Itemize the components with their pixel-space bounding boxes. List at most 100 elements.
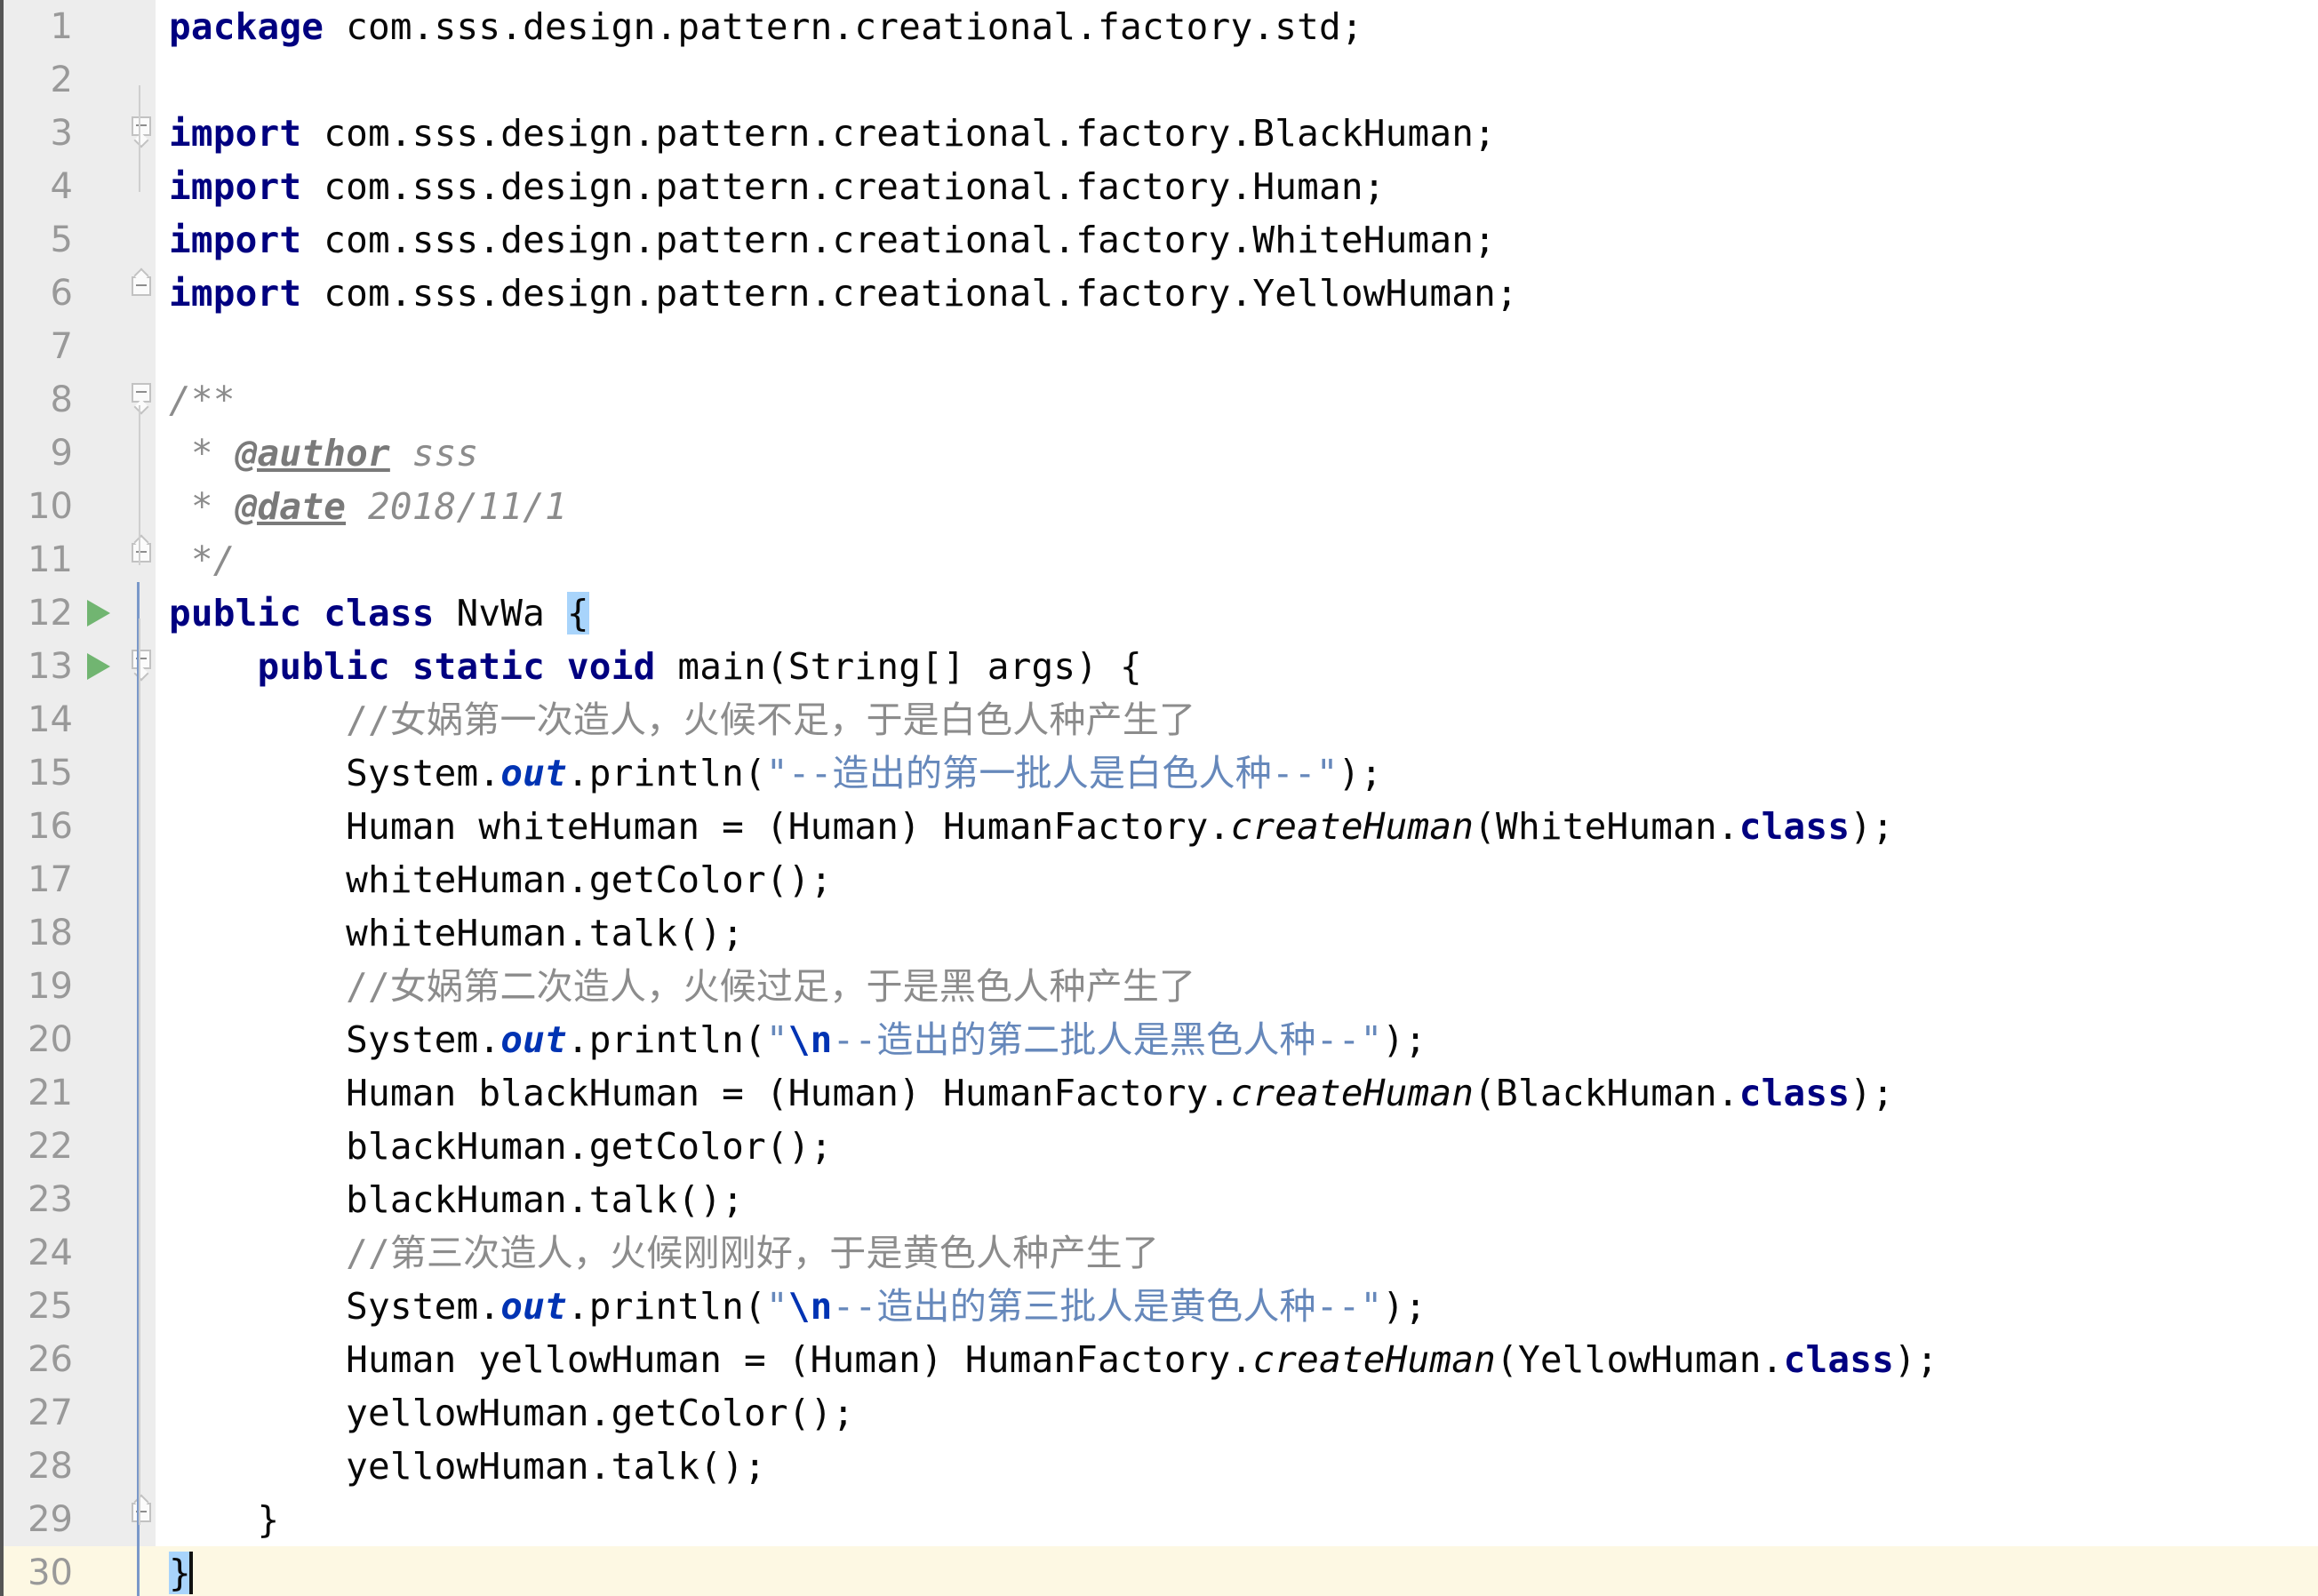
code-text[interactable]: //女娲第一次造人，火候不足，于是白色人种产生了 (169, 693, 1195, 746)
gutter-fold-slot[interactable] (130, 640, 156, 693)
code-line[interactable]: 18 whiteHuman.talk(); (4, 906, 2318, 960)
gutter-fold-slot (130, 160, 156, 213)
gutter-fold-slot[interactable] (130, 533, 156, 587)
code-text[interactable]: Human yellowHuman = (Human) HumanFactory… (169, 1333, 1938, 1386)
code-text[interactable]: blackHuman.talk(); (169, 1173, 744, 1226)
code-text[interactable]: } (169, 1493, 280, 1546)
fold-region-end-icon[interactable] (132, 543, 151, 563)
gutter-fold-slot (130, 1440, 156, 1493)
code-text[interactable]: * @author sss (169, 427, 478, 480)
code-line[interactable]: 24 //第三次造人，火候刚刚好，于是黄色人种产生了 (4, 1226, 2318, 1280)
fold-collapse-icon[interactable] (132, 116, 151, 136)
token-doc: */ (169, 539, 236, 581)
code-text[interactable]: Human blackHuman = (Human) HumanFactory.… (169, 1066, 1894, 1120)
code-line[interactable]: 9 * @author sss (4, 427, 2318, 480)
code-text[interactable]: blackHuman.getColor(); (169, 1120, 833, 1173)
code-line[interactable]: 23 blackHuman.talk(); (4, 1173, 2318, 1226)
code-line[interactable]: 25 System.out.println("\n--造出的第三批人是黄色人种-… (4, 1280, 2318, 1333)
code-text[interactable]: /** (169, 373, 236, 427)
code-line[interactable]: 27 yellowHuman.getColor(); (4, 1386, 2318, 1440)
run-triangle-icon[interactable] (87, 600, 110, 626)
code-text[interactable]: * @date 2018/11/1 (169, 480, 567, 533)
fold-collapse-icon[interactable] (132, 650, 151, 669)
line-number: 2 (50, 60, 73, 100)
code-line[interactable]: 16 Human whiteHuman = (Human) HumanFacto… (4, 800, 2318, 853)
line-number: 11 (28, 539, 73, 580)
code-editor[interactable]: 1 package com.sss.design.pattern.creation… (0, 0, 2318, 1596)
gutter-fold-slot (130, 213, 156, 267)
gutter-run-slot[interactable] (82, 640, 117, 693)
code-text[interactable]: whiteHuman.talk(); (169, 906, 744, 960)
code-text[interactable]: package com.sss.design.pattern.creationa… (169, 0, 1363, 53)
token-ident: ); (1850, 805, 1894, 848)
code-text[interactable]: //第三次造人，火候刚刚好，于是黄色人种产生了 (169, 1226, 1159, 1280)
token-ident: whiteHuman.getColor(); (169, 858, 833, 901)
code-text[interactable]: //女娲第二次造人，火候过足，于是黑色人种产生了 (169, 960, 1195, 1013)
run-triangle-icon[interactable] (87, 653, 110, 680)
gutter-fold-slot (130, 587, 156, 640)
code-line[interactable]: 12 public class NvWa { (4, 587, 2318, 640)
gutter-run-slot[interactable] (82, 587, 117, 640)
code-line[interactable]: 26 Human yellowHuman = (Human) HumanFact… (4, 1333, 2318, 1386)
code-line[interactable]: 22 blackHuman.getColor(); (4, 1120, 2318, 1173)
token-ident (169, 1232, 346, 1274)
code-text[interactable]: yellowHuman.talk(); (169, 1440, 766, 1493)
code-text[interactable]: whiteHuman.getColor(); (169, 853, 833, 906)
fold-collapse-icon[interactable] (132, 383, 151, 403)
code-text[interactable]: yellowHuman.getColor(); (169, 1386, 854, 1440)
gutter-fold-slot[interactable] (130, 1493, 156, 1546)
token-ident: yellowHuman.getColor(); (169, 1392, 855, 1434)
code-line[interactable]: 6 import com.sss.design.pattern.creationa… (4, 267, 2318, 320)
gutter-fold-slot (130, 53, 156, 107)
code-text[interactable]: } (169, 1546, 193, 1596)
code-line[interactable]: 30} (4, 1546, 2318, 1596)
gutter-fold-slot (130, 1280, 156, 1333)
token-statmth: createHuman (1230, 805, 1475, 848)
code-text[interactable]: Human whiteHuman = (Human) HumanFactory.… (169, 800, 1894, 853)
code-line[interactable]: 17 whiteHuman.getColor(); (4, 853, 2318, 906)
code-line[interactable]: 14 //女娲第一次造人，火候不足，于是白色人种产生了 (4, 693, 2318, 746)
code-line[interactable]: 4 import com.sss.design.pattern.creationa… (4, 160, 2318, 213)
gutter-fold-slot[interactable] (130, 107, 156, 160)
code-line[interactable]: 7 (4, 320, 2318, 373)
gutter-run-slot (82, 853, 117, 906)
code-line[interactable]: 3 import com.sss.design.pattern.creationa… (4, 107, 2318, 160)
code-line[interactable]: 15 System.out.println("--造出的第一批人是白色人种--"… (4, 746, 2318, 800)
code-line[interactable]: 2 (4, 53, 2318, 107)
code-text[interactable]: public class NvWa { (169, 587, 589, 640)
token-ident: blackHuman.getColor(); (169, 1125, 833, 1168)
code-line[interactable]: 10 * @date 2018/11/1 (4, 480, 2318, 533)
code-line[interactable]: 1 package com.sss.design.pattern.creation… (4, 0, 2318, 53)
code-line[interactable]: 8 /** (4, 373, 2318, 427)
code-text[interactable]: System.out.println("--造出的第一批人是白色人种--"); (169, 746, 1382, 800)
code-text[interactable]: import com.sss.design.pattern.creational… (169, 160, 1386, 213)
code-text[interactable]: import com.sss.design.pattern.creational… (169, 267, 1518, 320)
code-text[interactable]: import com.sss.design.pattern.creational… (169, 107, 1496, 160)
fold-region-end-icon[interactable] (132, 1503, 151, 1522)
code-text[interactable]: System.out.println("\n--造出的第三批人是黄色人种--")… (169, 1280, 1427, 1333)
code-line[interactable]: 11 */ (4, 533, 2318, 587)
token-ident: com.sss.design.pattern.creational.factor… (324, 165, 1386, 208)
code-text[interactable]: public static void main(String[] args) { (169, 640, 1142, 693)
token-esc: \n (787, 1018, 833, 1061)
code-line[interactable]: 5 import com.sss.design.pattern.creationa… (4, 213, 2318, 267)
fold-region-end-icon[interactable] (132, 276, 151, 296)
gutter-run-slot (82, 1013, 117, 1066)
code-line[interactable]: 13 public static void main(String[] args… (4, 640, 2318, 693)
gutter-fold-slot (130, 853, 156, 906)
code-line[interactable]: 20 System.out.println("\n--造出的第二批人是黑色人种-… (4, 1013, 2318, 1066)
code-text[interactable]: */ (169, 533, 236, 587)
code-line[interactable]: 19 //女娲第二次造人，火候过足，于是黑色人种产生了 (4, 960, 2318, 1013)
token-str: --造出的第二批人是黑色人种--" (832, 1018, 1383, 1061)
gutter-fold-slot[interactable] (130, 267, 156, 320)
code-line[interactable]: 29 } (4, 1493, 2318, 1546)
code-line[interactable]: 28 yellowHuman.talk(); (4, 1440, 2318, 1493)
code-lines[interactable]: 1 package com.sss.design.pattern.creation… (4, 0, 2318, 1596)
code-text[interactable]: import com.sss.design.pattern.creational… (169, 213, 1496, 267)
line-number: 15 (28, 753, 73, 794)
code-line[interactable]: 21 Human blackHuman = (Human) HumanFacto… (4, 1066, 2318, 1120)
token-ident: (WhiteHuman. (1474, 805, 1739, 848)
line-number: 7 (50, 326, 73, 367)
code-text[interactable]: System.out.println("\n--造出的第二批人是黑色人种--")… (169, 1013, 1427, 1066)
gutter-fold-slot[interactable] (130, 373, 156, 427)
